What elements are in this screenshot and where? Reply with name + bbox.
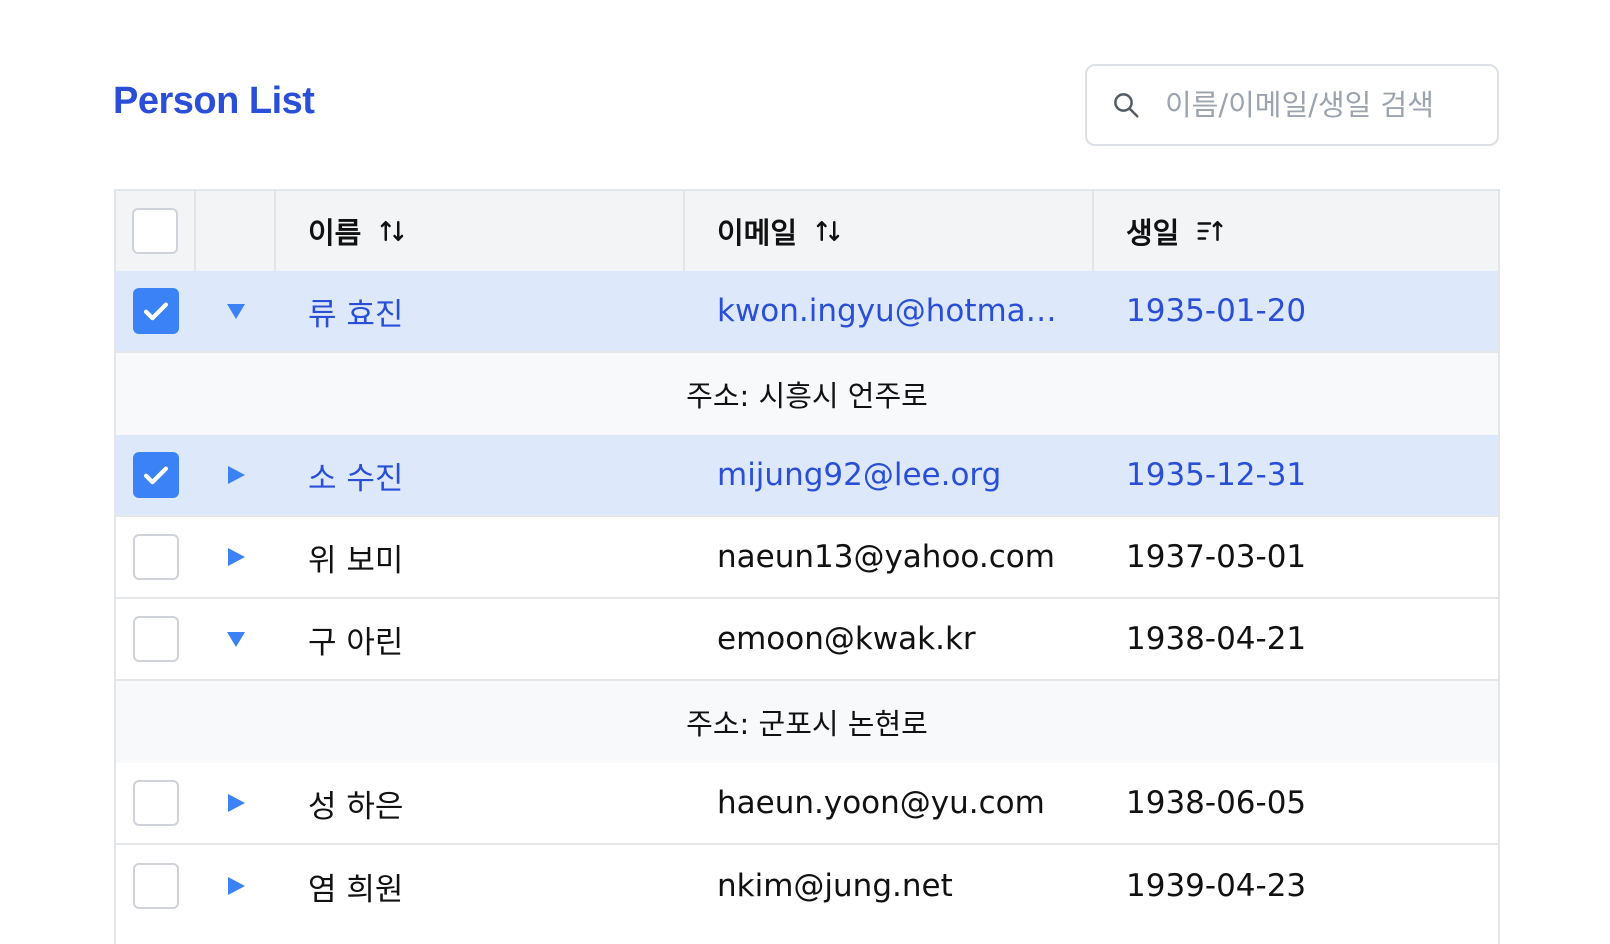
person-email: naeun13@yahoo.com [717,539,1055,575]
name-cell: 위 보미 [276,517,685,597]
select-all-checkbox[interactable] [132,208,178,254]
table-row[interactable]: 류 효진 kwon.ingyu@hotmail.com 1935-01-20 [116,271,1498,353]
address-text: 주소: 시흥시 언주로 [686,379,928,413]
sort-ascending-icon[interactable] [1195,216,1225,246]
column-header-birth[interactable]: 생일 [1094,191,1498,271]
person-email: kwon.ingyu@hotmail.com [717,293,1062,329]
row-checkbox-cell [116,271,196,351]
email-cell: kwon.ingyu@hotmail.com [685,271,1094,351]
triangle-right-icon[interactable] [224,545,248,569]
header-checkbox-cell [116,191,196,271]
column-email-label: 이메일 [717,216,798,250]
table-row[interactable]: 성 하은 haeun.yoon@yu.com 1938-06-05 [116,763,1498,845]
table-row[interactable]: 위 보미 naeun13@yahoo.com 1937-03-01 [116,517,1498,599]
name-cell: 소 수진 [276,435,685,515]
person-birthday: 1939-04-23 [1126,868,1307,904]
table-row[interactable]: 소 수진 mijung92@lee.org 1935-12-31 [116,435,1498,517]
triangle-down-icon[interactable] [224,627,248,651]
search-icon [1114,93,1139,118]
name-cell: 염 희원 [276,845,685,927]
column-birth-label: 생일 [1126,216,1180,250]
birth-cell: 1935-01-20 [1094,271,1498,351]
person-table: 이름 이메일 생일 류 효진 kwon.ingyu@hotmail. 1935-… [114,189,1500,944]
email-cell: nkim@jung.net [685,845,1094,927]
triangle-right-icon[interactable] [224,791,248,815]
row-checkbox[interactable] [133,616,179,662]
column-header-email[interactable]: 이메일 [685,191,1094,271]
address-text: 주소: 군포시 논현로 [686,707,928,741]
expanded-detail-row: 주소: 군포시 논현로 [116,681,1498,763]
table-row[interactable]: 구 아린 emoon@kwak.kr 1938-04-21 [116,599,1498,681]
row-checkbox[interactable] [133,780,179,826]
search-box[interactable] [1085,64,1499,146]
email-cell: naeun13@yahoo.com [685,517,1094,597]
collapse-toggle[interactable] [196,599,276,679]
birth-cell: 1938-06-05 [1094,763,1498,843]
email-cell: emoon@kwak.kr [685,599,1094,679]
row-checkbox-cell [116,517,196,597]
person-birthday: 1935-01-20 [1126,293,1307,329]
person-name: 구 아린 [308,624,404,661]
expand-toggle[interactable] [196,517,276,597]
row-checkbox-cell [116,435,196,515]
birth-cell: 1939-04-23 [1094,845,1498,927]
person-name: 류 효진 [308,296,404,333]
expand-toggle[interactable] [196,435,276,515]
triangle-right-icon[interactable] [224,874,248,898]
person-birthday: 1938-06-05 [1126,785,1307,821]
row-checkbox[interactable] [133,288,179,334]
name-cell: 성 하은 [276,763,685,843]
email-cell: mijung92@lee.org [685,435,1094,515]
search-input[interactable] [1165,88,1485,122]
table-row[interactable]: 염 희원 nkim@jung.net 1939-04-23 [116,845,1498,927]
person-name: 성 하은 [308,788,404,825]
row-checkbox-cell [116,845,196,927]
sort-both-icon[interactable] [813,216,843,246]
row-checkbox[interactable] [133,863,179,909]
name-cell: 구 아린 [276,599,685,679]
row-checkbox-cell [116,763,196,843]
column-header-name[interactable]: 이름 [276,191,685,271]
triangle-right-icon[interactable] [224,463,248,487]
expanded-detail-row: 주소: 시흥시 언주로 [116,353,1498,435]
row-checkbox[interactable] [133,534,179,580]
expand-toggle[interactable] [196,845,276,927]
row-checkbox-cell [116,599,196,679]
person-name: 소 수진 [308,460,404,497]
column-name-label: 이름 [308,216,362,250]
birth-cell: 1937-03-01 [1094,517,1498,597]
person-email: haeun.yoon@yu.com [717,785,1045,821]
person-name: 위 보미 [308,542,404,579]
table-header: 이름 이메일 생일 [116,191,1498,271]
person-birthday: 1937-03-01 [1126,539,1307,575]
name-cell: 류 효진 [276,271,685,351]
person-name: 염 희원 [308,871,404,908]
collapse-toggle[interactable] [196,271,276,351]
birth-cell: 1938-04-21 [1094,599,1498,679]
triangle-down-icon[interactable] [224,299,248,323]
row-checkbox[interactable] [133,452,179,498]
table-body: 류 효진 kwon.ingyu@hotmail.com 1935-01-20 주소: … [116,271,1498,927]
person-birthday: 1935-12-31 [1126,457,1307,493]
email-cell: haeun.yoon@yu.com [685,763,1094,843]
person-email: nkim@jung.net [717,868,953,904]
person-birthday: 1938-04-21 [1126,621,1307,657]
person-email: mijung92@lee.org [717,457,1002,493]
sort-both-icon[interactable] [377,216,407,246]
expand-toggle[interactable] [196,763,276,843]
birth-cell: 1935-12-31 [1094,435,1498,515]
person-email: emoon@kwak.kr [717,621,976,657]
person-list-page: Person List 이름 이메일 [0,0,1610,944]
page-title: Person List [113,80,315,122]
header-expand-cell [196,191,276,271]
